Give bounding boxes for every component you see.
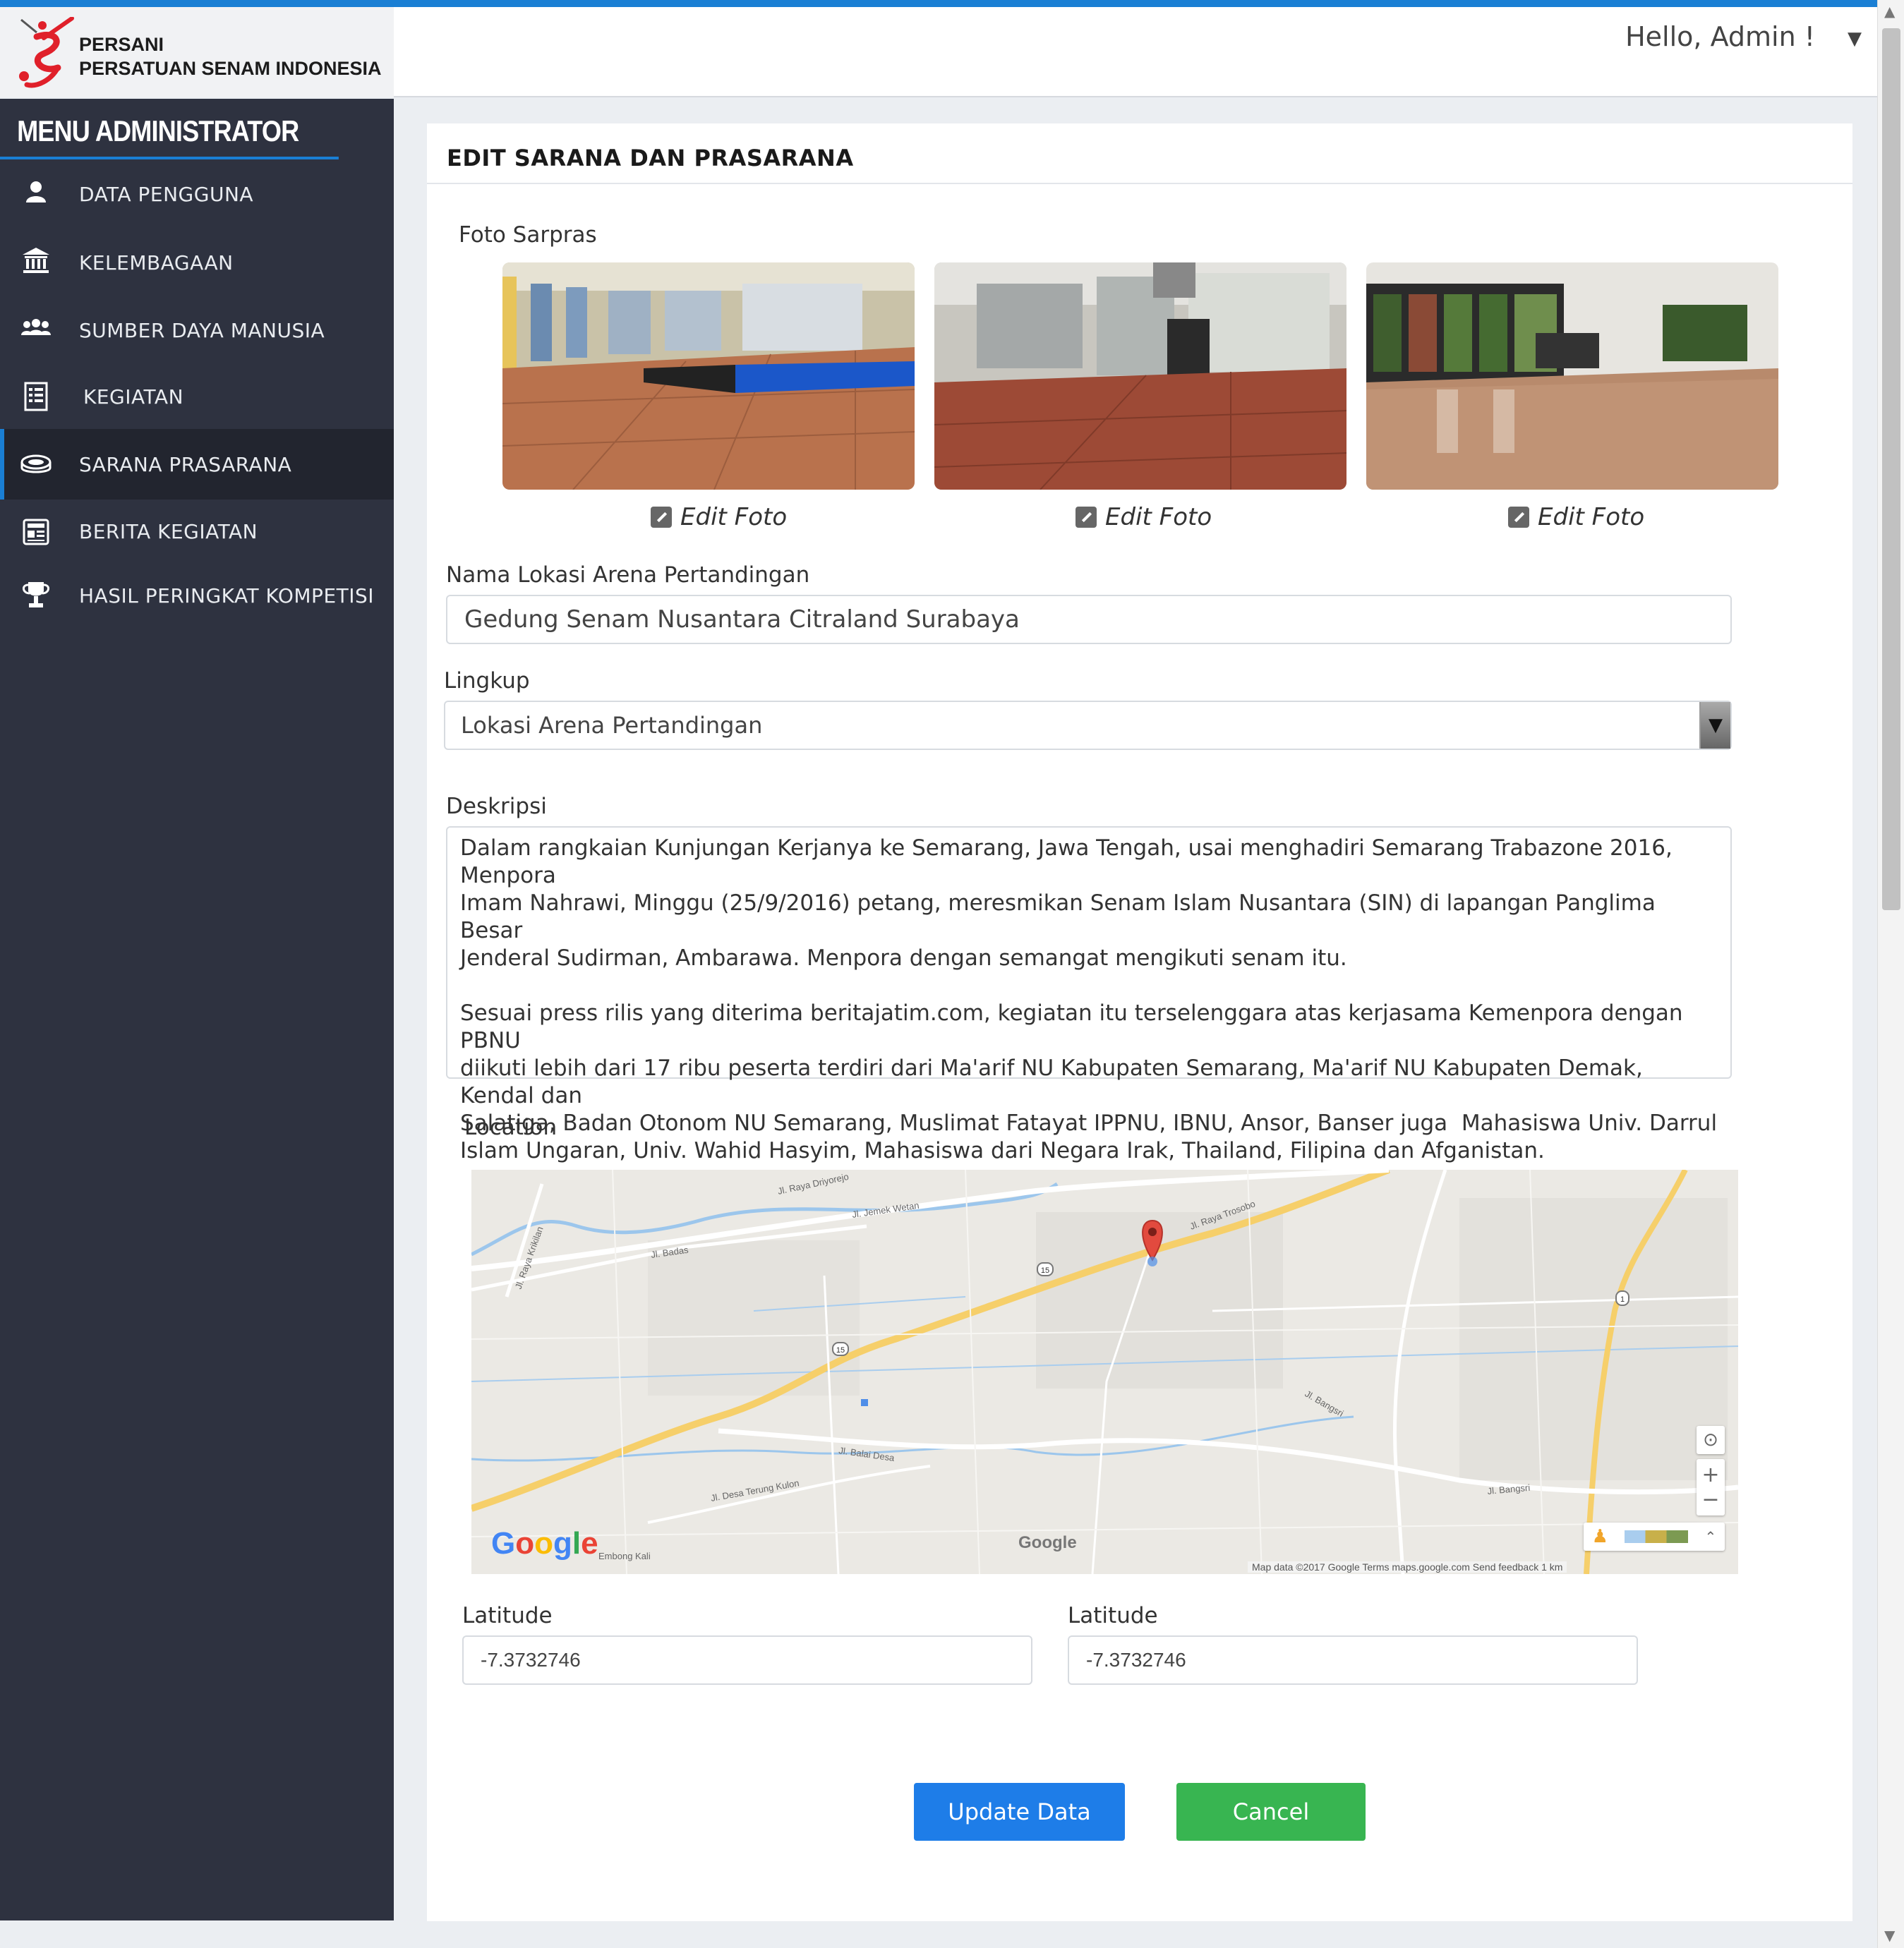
photos-label: Foto Sarpras	[459, 222, 597, 248]
pegman-icon[interactable]: ♟	[1592, 1526, 1608, 1547]
latitude-label-2: Latitude	[1068, 1603, 1158, 1628]
map-type-control[interactable]: ♟ ⌃	[1584, 1523, 1725, 1551]
sidebar-item-label: SARANA PRASARANA	[79, 452, 292, 476]
google-logo: Google	[491, 1526, 598, 1561]
scope-select-value: Lokasi Arena Pertandingan	[461, 712, 763, 739]
sidebar-item-label: KELEMBAGAAN	[79, 250, 234, 274]
zoom-out-icon[interactable]: −	[1701, 1487, 1719, 1512]
user-icon	[26, 181, 46, 202]
sidebar: MENU ADMINISTRATOR DATA PENGGUNA KELEMBA…	[0, 99, 394, 1920]
sidebar-item-label: KEGIATAN	[83, 385, 184, 409]
chevron-up-icon[interactable]: ⌃	[1705, 1528, 1717, 1545]
sidebar-item-data-pengguna[interactable]: DATA PENGGUNA	[0, 159, 394, 229]
scope-label: Lingkup	[444, 668, 530, 694]
stadium-icon	[20, 454, 52, 473]
trophy-icon	[23, 582, 49, 607]
sidebar-item-label: HASIL PERINGKAT KOMPETISI	[79, 583, 375, 607]
edit-photo-button-2[interactable]: Edit Foto	[1075, 503, 1212, 531]
scroll-up-icon[interactable]: ▲	[1884, 3, 1895, 20]
facility-photo-2	[934, 262, 1346, 490]
pencil-icon	[1508, 507, 1529, 528]
scrollbar-thumb[interactable]	[1882, 28, 1900, 910]
sidebar-item-kelembagaan[interactable]: KELEMBAGAAN	[0, 229, 394, 296]
group-icon	[21, 319, 51, 335]
edit-form-card: EDIT SARANA DAN PRASARANA Foto Sarpras E…	[427, 123, 1852, 1921]
update-data-button[interactable]: Update Data	[914, 1783, 1125, 1841]
description-textarea[interactable]: Dalam rangkaian Kunjungan Kerjanya ke Se…	[446, 826, 1732, 1163]
top-accent-bar	[0, 0, 1877, 7]
location-map[interactable]: 15 15 1 Jl. Raya Driyorejo Jl. Jemek Wet…	[471, 1170, 1738, 1574]
sidebar-item-kegiatan[interactable]: KEGIATAN	[0, 364, 394, 429]
document-list-icon	[24, 382, 48, 411]
location-label: Location	[464, 1115, 558, 1140]
edit-photo-label: Edit Foto	[1538, 503, 1645, 531]
page-title: EDIT SARANA DAN PRASARANA	[427, 123, 1852, 184]
chevron-down-icon[interactable]: ▼	[1699, 702, 1730, 749]
route-badge: 1	[1620, 1295, 1625, 1304]
institution-icon	[23, 248, 49, 273]
latitude-label-1: Latitude	[462, 1603, 553, 1628]
sidebar-item-label: DATA PENGGUNA	[79, 182, 254, 206]
persani-logo-icon	[19, 17, 74, 88]
edit-photo-button-1[interactable]: Edit Foto	[651, 503, 787, 531]
sidebar-item-sumber-daya-manusia[interactable]: SUMBER DAYA MANUSIA	[0, 296, 394, 364]
location-name-input[interactable]: Gedung Senam Nusantara Citraland Surabay…	[446, 595, 1732, 644]
scope-select[interactable]: Lokasi Arena Pertandingan ▼	[444, 701, 1732, 750]
map-layers-icon[interactable]	[1625, 1530, 1689, 1543]
app-header: PERSANI PERSATUAN SENAM INDONESIA Hello,…	[0, 7, 1877, 97]
page-scrollbar[interactable]: ▲ ▼	[1877, 0, 1904, 1948]
sidebar-item-label: BERITA KEGIATAN	[79, 519, 258, 543]
caret-down-icon[interactable]: ▼	[1848, 28, 1862, 49]
map-canvas[interactable]: 15 15 1 Jl. Raya Driyorejo Jl. Jemek Wet…	[471, 1170, 1738, 1574]
facility-photo-1	[502, 262, 915, 490]
latitude-input-1[interactable]: -7.3732746	[462, 1635, 1032, 1685]
name-label: Nama Lokasi Arena Pertandingan	[446, 562, 810, 588]
user-greeting[interactable]: Hello, Admin !	[1625, 21, 1815, 52]
sidebar-title: MENU ADMINISTRATOR	[0, 99, 339, 159]
edit-photo-button-3[interactable]: Edit Foto	[1508, 503, 1644, 531]
brand-short: PERSANI	[79, 34, 164, 55]
sidebar-item-berita-kegiatan[interactable]: BERITA KEGIATAN	[0, 500, 394, 563]
street-label: Embong Kali	[598, 1551, 651, 1561]
route-badge: 15	[1041, 1266, 1049, 1275]
edit-photo-label: Edit Foto	[1105, 503, 1212, 531]
news-icon	[23, 519, 49, 545]
latitude-input-2[interactable]: -7.3732746	[1068, 1635, 1638, 1685]
google-watermark: Google	[1018, 1533, 1077, 1552]
description-label: Deskripsi	[446, 794, 547, 819]
brand-full: PERSATUAN SENAM INDONESIA	[79, 58, 382, 79]
pencil-icon	[651, 507, 672, 528]
logo[interactable]: PERSANI PERSATUAN SENAM INDONESIA	[0, 7, 394, 97]
zoom-in-icon[interactable]: +	[1701, 1463, 1719, 1487]
sidebar-item-sarana-prasarana[interactable]: SARANA PRASARANA	[0, 429, 394, 500]
sidebar-item-hasil-peringkat-kompetisi[interactable]: HASIL PERINGKAT KOMPETISI	[0, 563, 394, 628]
pencil-icon	[1075, 507, 1097, 528]
route-badge: 15	[836, 1346, 845, 1355]
map-footer: Map data ©2017 Google Terms maps.google.…	[1248, 1561, 1567, 1573]
my-location-icon[interactable]: ⊙	[1697, 1426, 1725, 1454]
scroll-down-icon[interactable]: ▼	[1884, 1927, 1895, 1944]
facility-photo-3	[1366, 262, 1778, 490]
zoom-control[interactable]: + −	[1697, 1459, 1725, 1516]
edit-photo-label: Edit Foto	[680, 503, 788, 531]
sidebar-item-label: SUMBER DAYA MANUSIA	[79, 318, 325, 342]
cancel-button[interactable]: Cancel	[1176, 1783, 1366, 1841]
